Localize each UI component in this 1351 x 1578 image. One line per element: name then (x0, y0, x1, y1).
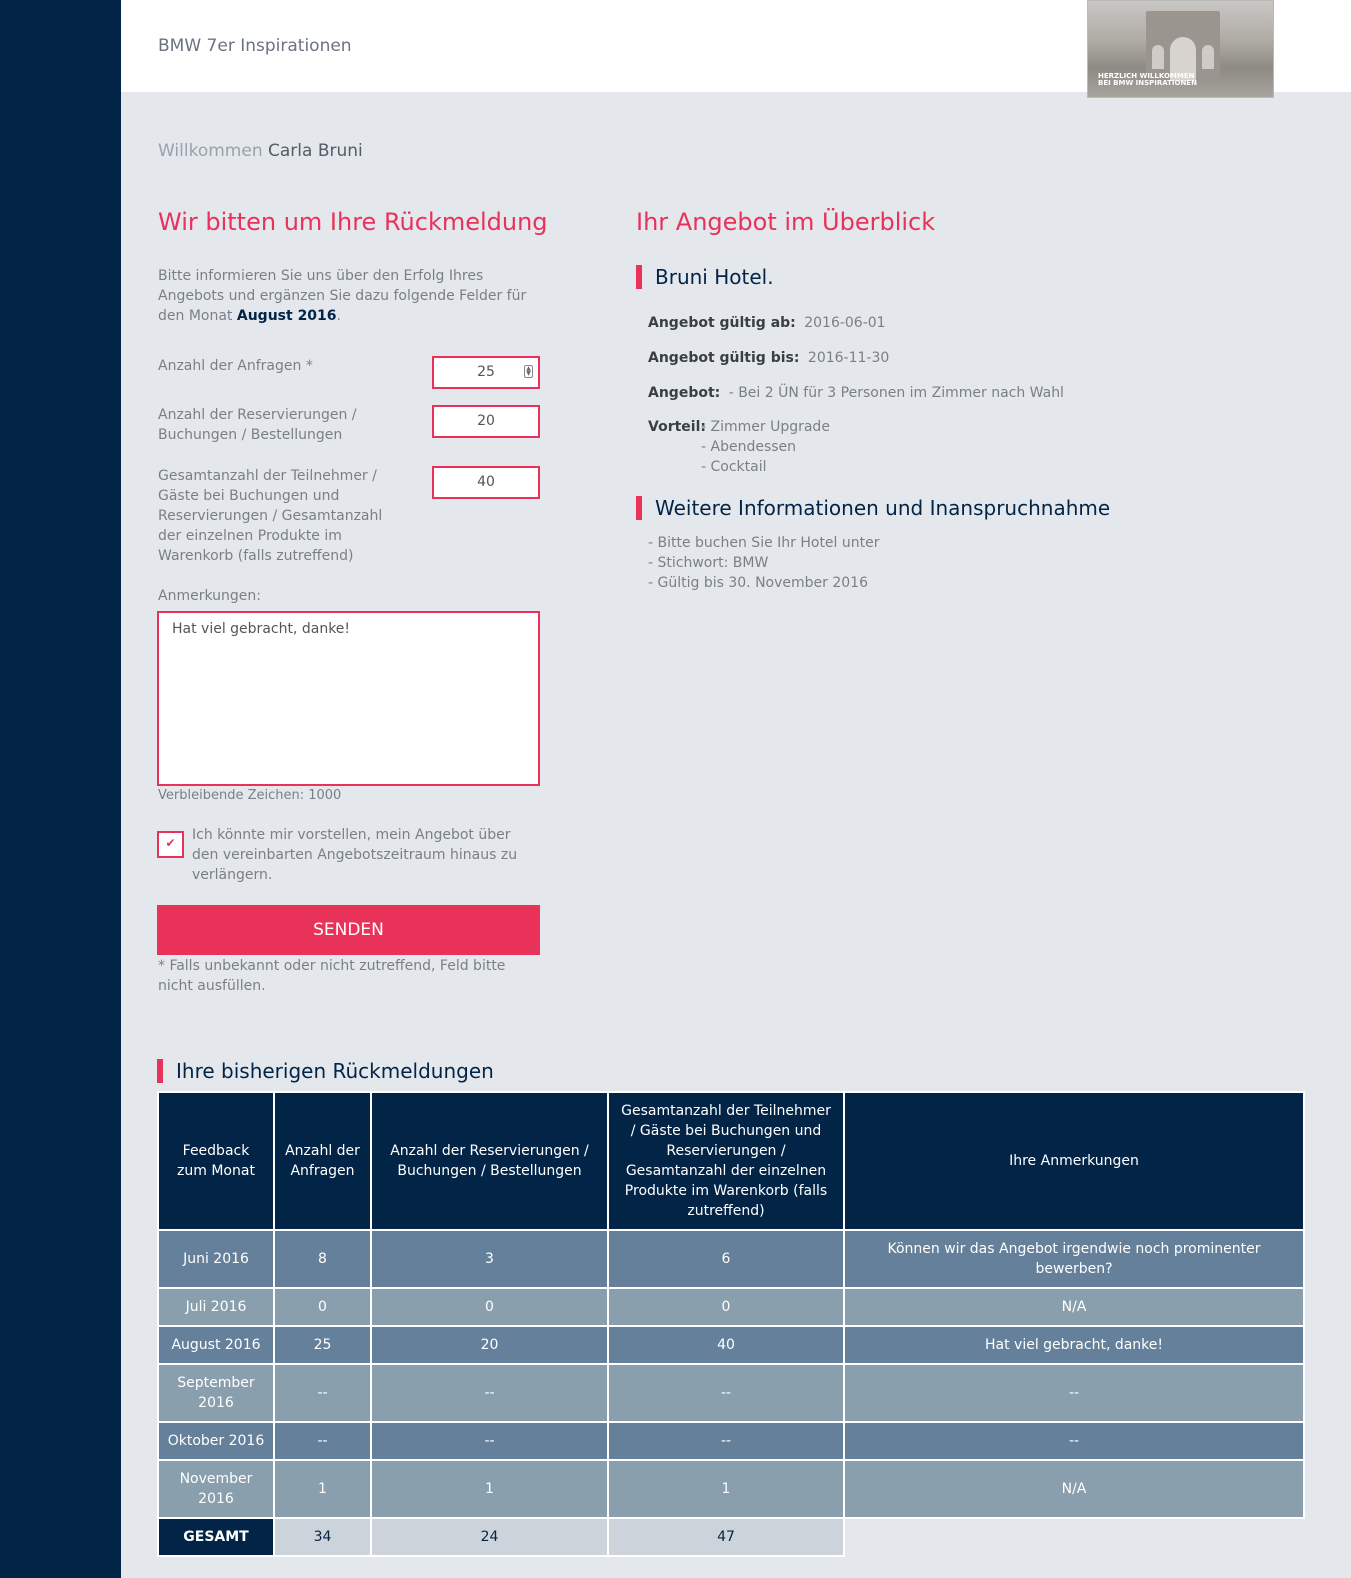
table-row: Oktober 2016 -- -- -- -- (157, 1421, 1305, 1461)
table-row: Juli 2016 0 0 0 N/A (157, 1287, 1305, 1327)
participants-input[interactable]: 40 (432, 466, 540, 499)
benefit-item: - Cocktail (701, 459, 767, 475)
feedback-heading: Wir bitten um Ihre Rückmeldung (158, 208, 548, 236)
column-header: Gesamtanzahl der Teilnehmer / Gäste bei … (607, 1091, 845, 1231)
valid-from-row: Angebot gültig ab: 2016-06-01 (648, 315, 886, 331)
banner-line-2: BEI BMW INSPIRATIONEN (1098, 79, 1197, 87)
hotel-name: Bruni Hotel. (636, 265, 774, 289)
column-header: Feedback zum Monat (157, 1091, 275, 1231)
extend-offer-label[interactable]: Ich könnte mir vorstellen, mein Angebot … (192, 825, 532, 885)
offer-row: Angebot: - Bei 2 ÜN für 3 Personen im Zi… (648, 385, 1064, 401)
feedback-month: August 2016 (236, 308, 337, 324)
reservations-input[interactable]: 20 (432, 405, 540, 438)
info-item: - Bitte buchen Sie Ihr Hotel unter (648, 535, 880, 551)
total-label: GESAMT (157, 1517, 275, 1557)
sidebar (0, 0, 121, 1578)
info-item: - Stichwort: BMW (648, 555, 769, 571)
extend-offer-checkbox[interactable]: ✔ (157, 831, 184, 858)
participants-label: Gesamtanzahl der Teilnehmer / Gäste bei … (158, 468, 383, 564)
more-info-heading: Weitere Informationen und Inanspruchnahm… (636, 496, 1110, 520)
benefit-item: - Zimmer Upgrade (701, 419, 830, 435)
inquiries-label: Anzahl der Anfragen * (158, 358, 313, 374)
valid-from-value: 2016-06-01 (804, 315, 886, 331)
inquiries-input[interactable]: 25 ▲ ▼ (432, 356, 540, 389)
gate-illustration (1146, 11, 1220, 81)
checkmark-icon: ✔ (165, 836, 176, 850)
total-reservations: 24 (370, 1517, 609, 1557)
table-row: November 2016 1 1 1 N/A (157, 1459, 1305, 1519)
welcome-line: Willkommen Carla Bruni (158, 141, 363, 161)
remarks-textarea[interactable]: Hat viel gebracht, danke! (157, 611, 540, 786)
history-heading: Ihre bisherigen Rückmeldungen (157, 1059, 494, 1083)
offer-value: - Bei 2 ÜN für 3 Personen im Zimmer nach… (728, 385, 1064, 401)
overview-heading: Ihr Angebot im Überblick (636, 208, 936, 236)
more-info-list: - Bitte buchen Sie Ihr Hotel unter - Sti… (648, 533, 880, 593)
info-item: - Gültig bis 30. November 2016 (648, 575, 868, 591)
column-header: Anzahl der Anfragen (273, 1091, 372, 1231)
table-row: August 2016 25 20 40 Hat viel gebracht, dank… (157, 1325, 1305, 1365)
welcome-banner-image[interactable]: HERZLICH WILLKOMMEN BEI BMW INSPIRATIONE… (1087, 0, 1274, 98)
number-spinner-icon[interactable]: ▲ ▼ (524, 365, 533, 378)
welcome-prefix: Willkommen (158, 141, 263, 161)
benefit-item: - Abendessen (701, 439, 797, 455)
column-header: Ihre Anmerkungen (843, 1091, 1305, 1231)
total-participants: 47 (607, 1517, 845, 1557)
footnote: * Falls unbekannt oder nicht zutreffend,… (158, 958, 506, 994)
app-title[interactable]: BMW 7er Inspirationen (158, 36, 352, 56)
feedback-intro: Bitte informieren Sie uns über den Erfol… (158, 268, 527, 324)
table-row: September 2016 -- -- -- -- (157, 1363, 1305, 1423)
feedback-history-table: Feedback zum Monat Anzahl der Anfragen A… (157, 1091, 1305, 1557)
valid-to-row: Angebot gültig bis: 2016-11-30 (648, 350, 890, 366)
total-inquiries: 34 (273, 1517, 372, 1557)
table-row: Juni 2016 8 3 6 Können wir das Angebot irgen… (157, 1229, 1305, 1289)
send-button[interactable]: SENDEN (157, 905, 540, 955)
reservations-label: Anzahl der Reservierungen / Buchungen / … (158, 407, 357, 443)
remaining-characters: Verbleibende Zeichen: 1000 (158, 788, 342, 803)
user-name: Carla Bruni (268, 141, 363, 161)
valid-to-value: 2016-11-30 (807, 350, 890, 366)
column-header: Anzahl der Reservierungen / Buchungen / … (370, 1091, 609, 1231)
remarks-label: Anmerkungen: (158, 588, 261, 604)
total-row: GESAMT 34 24 47 (157, 1517, 1304, 1557)
